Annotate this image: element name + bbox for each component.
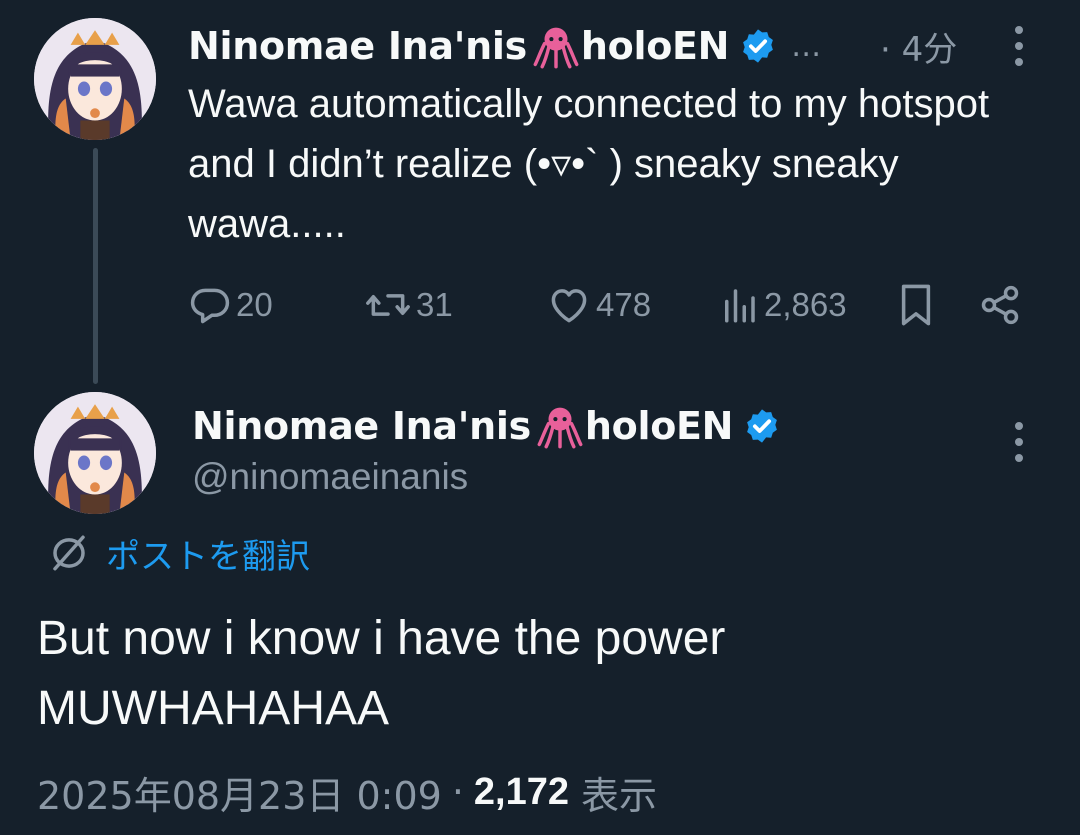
main-tweet-text: But now i know i have the power MUWHAHAH… [37,604,1037,744]
view-label: 表示 [581,773,658,818]
main-tweet-line-1: But now i know i have the power [37,612,726,665]
share-button[interactable] [978,276,1022,334]
like-button[interactable]: 478 [546,276,651,334]
avatar-illustration [34,392,156,514]
like-count: 478 [596,286,652,323]
bookmark-button[interactable] [896,276,936,334]
views-icon [725,289,755,323]
main-handle[interactable]: @ninomaeinanis [192,456,468,498]
views-count: 2,863 [764,286,847,323]
translate-label: ポストを翻訳 [106,536,310,577]
repost-button[interactable]: 31 [364,276,453,334]
meta-separator: · [451,770,464,814]
share-icon [981,285,1019,325]
reply-icon [190,288,230,324]
octopus-emoji-icon [537,403,583,449]
parent-author-row[interactable]: Ninomae Ina'nis holoEN … [188,18,821,74]
parent-action-bar: 20 31 478 2,863 [188,276,1038,334]
main-avatar[interactable] [34,392,156,514]
views-button[interactable]: 2,863 [718,276,847,334]
name-truncation: … [791,28,822,64]
main-tweet-line-2: MUWHAHAHAA [37,682,390,735]
tweet-date[interactable]: 2025年08月23日 0:09 [37,765,442,820]
translate-icon [53,535,85,571]
translate-post-link[interactable]: ポストを翻訳 [48,528,310,578]
bookmark-icon [901,284,931,326]
parent-avatar[interactable] [34,18,156,140]
parent-more-icon[interactable] [1013,24,1025,68]
main-name-suffix[interactable]: holoEN [585,404,734,448]
thread-connector-line [93,148,98,384]
main-display-name[interactable]: Ninomae Ina'nis [192,404,531,448]
verified-badge-icon [743,407,781,445]
like-icon [551,289,587,323]
repost-icon [366,294,410,316]
reply-button[interactable]: 20 [188,276,273,334]
main-author-row[interactable]: Ninomae Ina'nis holoEN [192,398,781,454]
octopus-emoji-icon [533,23,579,69]
tweet-thread-view: Ninomae Ina'nis holoEN … · 4分 Wawa autom… [0,0,1080,835]
verified-badge-icon [739,27,777,65]
view-count: 2,172 [473,770,570,813]
parent-tweet-text: Wawa automatically connected to my hotsp… [188,82,990,246]
avatar-illustration [34,18,156,140]
parent-name-suffix[interactable]: holoEN [581,24,730,68]
parent-display-name[interactable]: Ninomae Ina'nis [188,24,527,68]
main-more-icon[interactable] [1013,420,1025,464]
reply-count: 20 [236,286,273,323]
repost-count: 31 [416,286,453,323]
parent-timestamp[interactable]: · 4分 [880,22,957,71]
tweet-meta-row: 2025年08月23日 0:09 · 2,172 表示 [37,764,657,820]
